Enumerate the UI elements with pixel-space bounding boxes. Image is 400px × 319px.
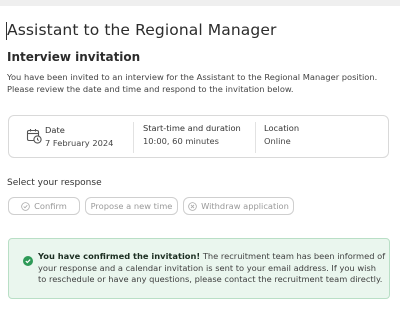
divider xyxy=(133,122,134,153)
alert-text: You have confirmed the invitation! The r… xyxy=(38,251,386,286)
intro-text: You have been invited to an interview fo… xyxy=(7,72,378,94)
section-title: Interview invitation xyxy=(7,50,141,64)
check-circle-filled-icon xyxy=(23,256,33,266)
propose-new-time-button[interactable]: Propose a new time xyxy=(85,197,178,215)
interview-details-card: Date 7 February 2024 Start-time and dura… xyxy=(8,115,389,158)
calendar-clock-icon xyxy=(26,129,42,144)
location-value: Online xyxy=(264,136,291,146)
date-value: 7 February 2024 xyxy=(45,138,114,148)
time-label: Start-time and duration xyxy=(143,123,241,133)
confirm-button[interactable]: Confirm xyxy=(8,197,80,215)
withdraw-application-button[interactable]: Withdraw application xyxy=(183,197,294,215)
withdraw-label: Withdraw application xyxy=(201,201,289,211)
time-value: 10:00, 60 minutes xyxy=(143,136,219,146)
confirm-label: Confirm xyxy=(34,201,67,211)
date-label: Date xyxy=(45,125,65,135)
check-circle-icon xyxy=(21,201,30,211)
divider xyxy=(255,122,256,153)
propose-label: Propose a new time xyxy=(90,201,173,211)
alert-title: You have confirmed the invitation! xyxy=(38,251,201,261)
top-bar xyxy=(0,0,400,6)
response-label: Select your response xyxy=(7,178,102,188)
x-circle-icon xyxy=(188,201,197,211)
confirmation-alert: You have confirmed the invitation! The r… xyxy=(8,238,390,299)
job-title: Assistant to the Regional Manager xyxy=(5,21,277,40)
location-label: Location xyxy=(264,123,300,133)
